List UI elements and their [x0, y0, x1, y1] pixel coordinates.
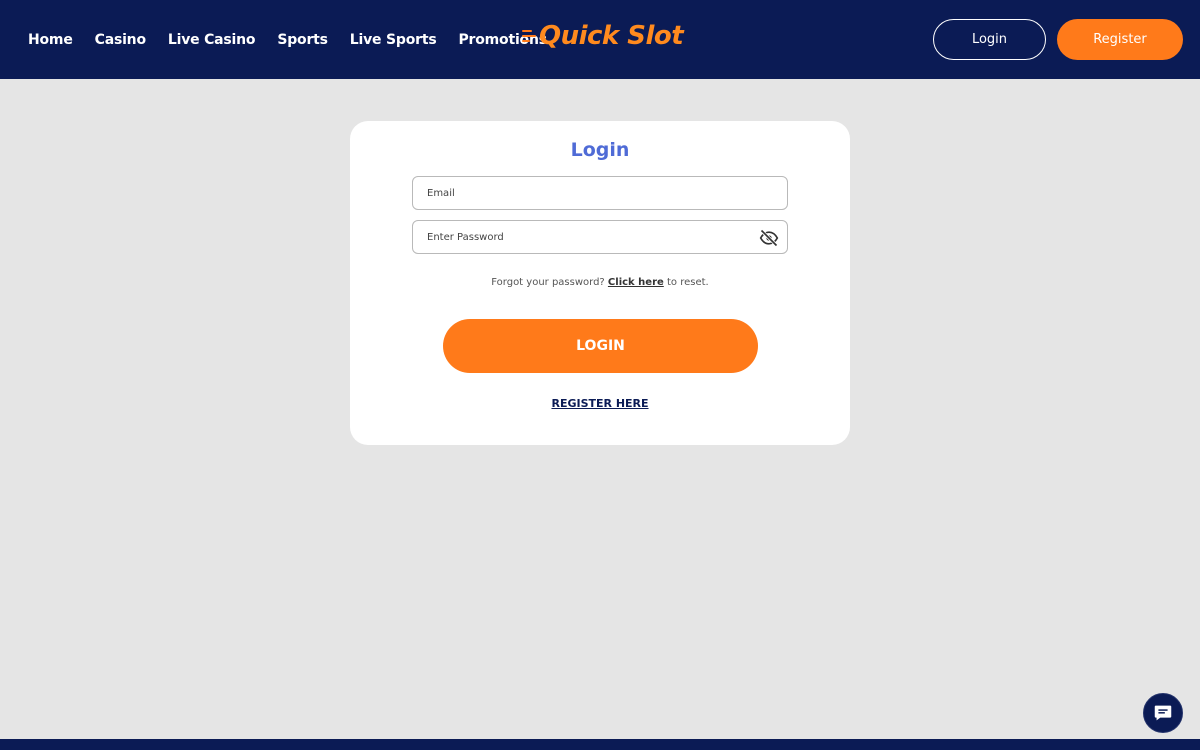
login-title: Login — [570, 139, 630, 161]
password-input[interactable] — [413, 221, 787, 253]
header-register-button[interactable]: Register — [1057, 19, 1183, 60]
nav-casino[interactable]: Casino — [95, 32, 146, 48]
top-navbar: Home Casino Live Casino Sports Live Spor… — [0, 0, 1200, 79]
nav-home[interactable]: Home — [28, 32, 73, 48]
site-logo[interactable]: Quick Slot — [522, 18, 684, 54]
header-login-button[interactable]: Login — [933, 19, 1046, 60]
logo-speed-lines — [522, 30, 536, 42]
email-field-wrapper — [412, 176, 788, 210]
forgot-suffix: to reset. — [666, 277, 709, 288]
nav-sports[interactable]: Sports — [277, 32, 328, 48]
forgot-prefix: Forgot your password? — [491, 277, 605, 288]
login-submit-button[interactable]: LOGIN — [443, 319, 758, 373]
main-nav: Home Casino Live Casino Sports Live Spor… — [28, 0, 569, 79]
logo-text: Quick Slot — [539, 21, 684, 51]
nav-live-casino[interactable]: Live Casino — [168, 32, 256, 48]
eye-slash-icon[interactable] — [759, 228, 779, 248]
forgot-password-text: Forgot your password? Click here to rese… — [350, 277, 850, 288]
forgot-password-link[interactable]: Click here — [608, 277, 664, 288]
chat-icon[interactable] — [1143, 693, 1183, 733]
login-card: Login Forgot your password? Click here t… — [350, 121, 850, 445]
nav-live-sports[interactable]: Live Sports — [350, 32, 437, 48]
email-input[interactable] — [413, 177, 787, 209]
password-field-wrapper — [412, 220, 788, 254]
register-here-link[interactable]: REGISTER HERE — [350, 397, 850, 410]
footer-strip — [0, 739, 1200, 750]
